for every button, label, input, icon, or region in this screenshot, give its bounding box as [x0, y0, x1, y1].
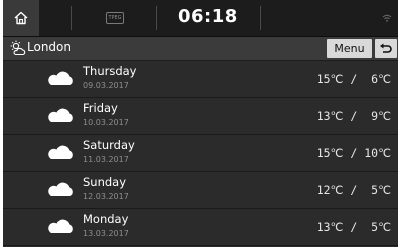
forecast-row[interactable]: Thursday 09.03.2017 15℃ / 6℃ [3, 61, 398, 98]
forecast-temperatures: 15℃ / 6℃ [316, 72, 391, 86]
forecast-date: 11.03.2017 [83, 155, 129, 164]
tpeg-indicator: TPEG [106, 12, 124, 24]
status-divider [71, 6, 72, 30]
status-divider [260, 6, 261, 30]
cloud-icon [48, 145, 73, 159]
forecast-temperatures: 13℃ / 5℃ [316, 220, 391, 234]
weather-screen: TPEG 06:18 London Menu Thursday 09.03.20… [3, 0, 398, 247]
forecast-date: 10.03.2017 [83, 118, 129, 127]
sun-cloud-icon [10, 40, 26, 56]
menu-button[interactable]: Menu [327, 39, 372, 58]
forecast-row[interactable]: Sunday 12.03.2017 12℃ / 5℃ [3, 172, 398, 209]
back-button[interactable] [375, 39, 397, 58]
clock: 06:18 [178, 6, 238, 27]
forecast-temperatures: 15℃ / 10℃ [316, 146, 391, 160]
status-bar: TPEG 06:18 [3, 0, 398, 37]
cloud-icon [48, 182, 73, 196]
forecast-row[interactable]: Monday 13.03.2017 13℃ / 5℃ [3, 209, 398, 246]
cloud-icon [48, 219, 73, 233]
cloud-icon [48, 108, 73, 122]
cloud-icon [48, 71, 73, 85]
forecast-date: 12.03.2017 [83, 192, 129, 201]
forecast-day: Sunday [83, 175, 127, 189]
status-divider [156, 6, 157, 30]
forecast-day: Thursday [83, 64, 137, 78]
forecast-temperatures: 12℃ / 5℃ [316, 183, 391, 197]
forecast-temperatures: 13℃ / 9℃ [316, 109, 391, 123]
city-name: London [27, 40, 71, 54]
home-button[interactable] [3, 0, 39, 36]
forecast-date: 13.03.2017 [83, 229, 129, 238]
back-arrow-icon [380, 43, 392, 53]
forecast-row[interactable]: Saturday 11.03.2017 15℃ / 10℃ [3, 135, 398, 172]
forecast-day: Saturday [83, 138, 135, 152]
home-icon [14, 11, 28, 25]
signal-icon [382, 14, 392, 22]
forecast-day: Friday [83, 101, 118, 115]
forecast-day: Monday [83, 212, 129, 226]
location-header: London Menu [3, 37, 398, 61]
forecast-date: 09.03.2017 [83, 81, 129, 90]
forecast-row[interactable]: Friday 10.03.2017 13℃ / 9℃ [3, 98, 398, 135]
